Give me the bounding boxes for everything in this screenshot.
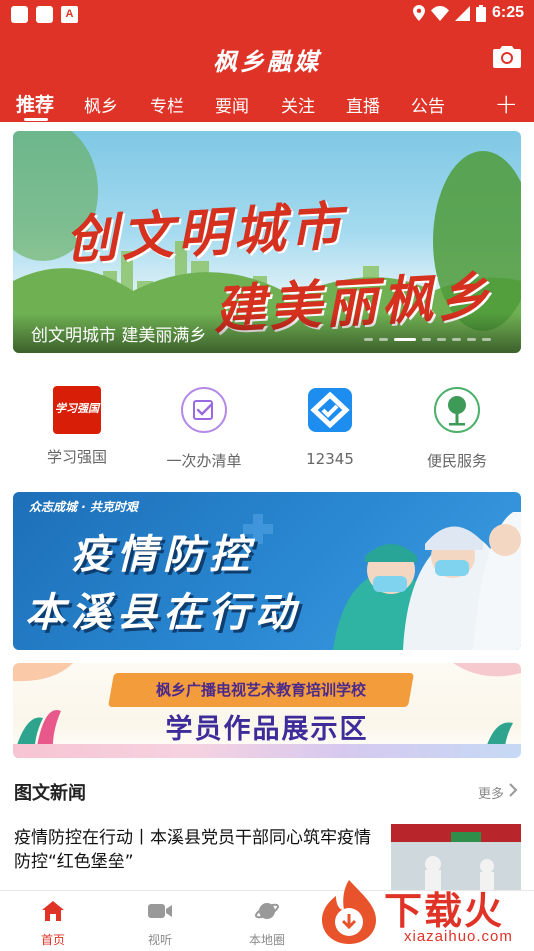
active-tab-indicator — [24, 118, 48, 121]
carousel-dot[interactable] — [482, 338, 491, 341]
watermark-url: xiazaihuo.com — [404, 928, 513, 945]
carousel-dot[interactable] — [422, 338, 431, 341]
carousel-dot[interactable] — [437, 338, 446, 341]
home-icon — [42, 901, 64, 921]
quick-link-12345[interactable]: 12345 — [265, 380, 395, 468]
tab-column[interactable]: 专栏 — [150, 92, 184, 117]
more-link[interactable]: 更多 — [478, 783, 504, 802]
camera-icon[interactable] — [493, 44, 521, 68]
wave-decoration — [13, 744, 521, 758]
quick-link-label: 便民服务 — [426, 452, 487, 470]
quick-link-label: 学习强国 — [46, 448, 107, 466]
tabbar-label: 本地圈 — [248, 933, 285, 947]
quick-link-service[interactable]: 便民服务 — [392, 380, 522, 471]
quick-link-xuexi[interactable]: 学习强国 学习强国 — [12, 380, 142, 467]
notification-icon — [36, 6, 53, 23]
add-channel-button[interactable]: + — [495, 90, 518, 118]
tabbar-label: 首页 — [40, 933, 65, 947]
tab-headlines[interactable]: 要闻 — [215, 92, 249, 117]
news-section-header: 图文新闻 更多 — [0, 776, 534, 806]
carousel-dot[interactable] — [379, 338, 388, 341]
chevron-right-icon[interactable] — [507, 782, 519, 798]
app-header: 枫乡融媒 推荐 枫乡 专栏 要闻 关注 直播 公告 + — [0, 28, 534, 122]
quick-link-label: 12345 — [306, 450, 354, 468]
notification-icons: A — [11, 6, 78, 23]
location-icon — [412, 5, 425, 21]
carousel-dot[interactable] — [467, 338, 476, 341]
school-promo-banner[interactable]: 枫乡广播电视艺术教育培训学校 学员作品展示区 — [13, 663, 521, 758]
school-name: 枫乡广播电视艺术教育培训学校 — [155, 681, 366, 699]
tabbar-label: 视听 — [147, 933, 172, 947]
tab-follow[interactable]: 关注 — [281, 92, 315, 117]
banner-headline-1: 创文明城市 — [63, 195, 347, 272]
xuexi-qiangguo-logo-icon: 学习强国 — [53, 386, 101, 434]
carousel-indicator — [364, 338, 491, 341]
carousel-dot[interactable] — [364, 338, 373, 341]
notification-icon — [11, 6, 28, 23]
quick-link-checklist[interactable]: 一次办清单 — [139, 380, 269, 471]
promo-tagline: 众志成城 · 共克时艰 — [29, 500, 138, 514]
tab-fengxiang[interactable]: 枫乡 — [84, 92, 118, 117]
tab-announcement[interactable]: 公告 — [411, 92, 445, 117]
app-title: 枫乡融媒 — [213, 47, 321, 76]
battery-icon — [475, 4, 486, 22]
watermark-text: 下载火 — [384, 889, 505, 933]
carousel-dot[interactable] — [452, 338, 461, 341]
tree-icon — [434, 387, 480, 433]
status-time: 6:25 — [491, 4, 524, 21]
logo-text: 学习强国 — [55, 402, 99, 415]
notification-app-icon: A — [61, 6, 78, 23]
checklist-icon — [181, 387, 227, 433]
system-status: 6:25 — [412, 4, 524, 22]
tab-recommend[interactable]: 推荐 — [16, 90, 54, 117]
hotline-app-icon — [308, 388, 352, 432]
channel-tabs: 推荐 枫乡 专栏 要闻 关注 直播 公告 + — [0, 88, 534, 122]
quick-links: 学习强国 学习强国 一次办清单 12345 便民服务 — [0, 380, 534, 470]
carousel-dot-active[interactable] — [394, 338, 416, 341]
promo-subheadline: 本溪县在行动 — [25, 589, 301, 636]
watermark: 下载火 xiazaihuo.com — [312, 874, 534, 950]
tabbar-home[interactable]: 首页 — [13, 899, 93, 948]
tabbar-local[interactable]: 本地圈 — [227, 899, 307, 948]
tabbar-video[interactable]: 视听 — [120, 899, 200, 948]
quick-link-label: 一次办清单 — [166, 452, 242, 470]
promo-headline: 疫情防控 — [71, 531, 255, 578]
banner-caption: 创文明城市 建美丽满乡 — [31, 326, 207, 346]
news-title: 疫情防控在行动丨本溪县党员干部同心筑牢疫情防控“红色堡垒” — [14, 828, 371, 872]
tab-live[interactable]: 直播 — [346, 92, 380, 117]
epidemic-promo-banner[interactable]: 众志成城 · 共克时艰 疫情防控 本溪县在行动 — [13, 492, 521, 650]
fire-logo-icon — [322, 880, 376, 944]
planet-icon — [254, 903, 280, 919]
showcase-title: 学员作品展示区 — [165, 714, 369, 745]
wifi-icon — [430, 5, 449, 21]
status-bar: A 6:25 — [0, 0, 534, 28]
signal-icon — [454, 5, 470, 21]
banner-carousel[interactable]: 创文明城市 建美丽枫乡 创文明城市 建美丽满乡 — [13, 131, 521, 353]
video-icon — [148, 904, 172, 918]
section-title: 图文新闻 — [14, 783, 86, 804]
